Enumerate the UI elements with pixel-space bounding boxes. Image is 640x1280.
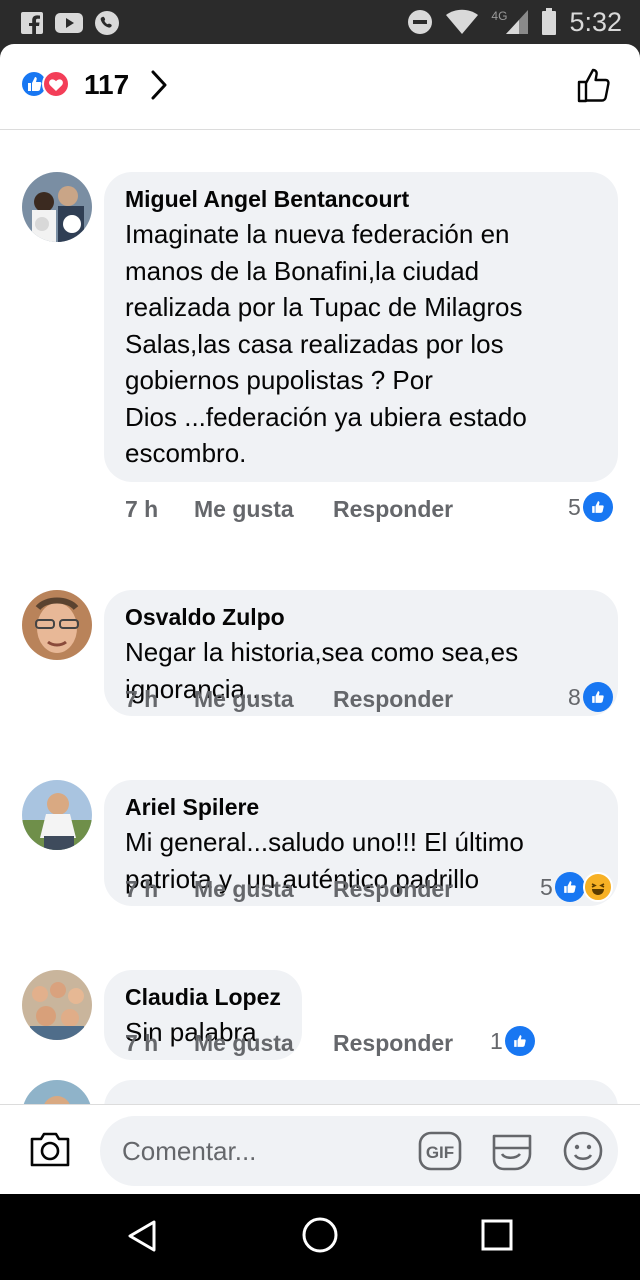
comment-actions: 7 h Me gusta Responder (125, 1030, 453, 1057)
home-icon[interactable] (301, 1216, 339, 1254)
comment-time[interactable]: 7 h (125, 876, 194, 903)
recent-apps-icon[interactable] (481, 1219, 513, 1251)
like-button[interactable]: Me gusta (194, 496, 333, 523)
reply-button[interactable]: Responder (333, 1030, 453, 1057)
gif-label: GIF (426, 1143, 454, 1162)
comment-reactions[interactable]: 1 (490, 1026, 535, 1056)
comment-placeholder: Comentar... (122, 1136, 257, 1166)
gif-icon[interactable]: GIF (418, 1130, 462, 1172)
reply-button[interactable]: Responder (333, 876, 453, 903)
comment-actions: 7 h Me gusta Responder (125, 876, 453, 903)
comment-reactions[interactable]: 5 (568, 492, 613, 522)
comment-line: Salas,las casa realizadas por los (125, 328, 504, 359)
reply-button[interactable]: Responder (333, 496, 453, 523)
comment-line: escombro. (125, 438, 247, 468)
emoji-icon[interactable] (562, 1130, 604, 1172)
reaction-number: 1 (490, 1027, 503, 1054)
comment-list: Miguel Angel Bentancourt Imaginate la nu… (0, 130, 640, 1104)
like-post-icon[interactable] (576, 66, 614, 104)
back-icon[interactable] (124, 1218, 160, 1254)
reactions-summary[interactable]: 117 (0, 44, 640, 130)
do-not-disturb-icon (408, 10, 433, 34)
signal-icon (506, 10, 529, 34)
comment-time[interactable]: 7 h (125, 686, 194, 713)
battery-icon (542, 8, 557, 35)
like-reaction-icon (554, 872, 585, 902)
comment-author[interactable]: Miguel Angel Bentancourt (125, 185, 598, 213)
avatar[interactable] (22, 780, 92, 850)
sticker-icon[interactable] (490, 1130, 534, 1172)
like-reaction-icon (504, 1026, 535, 1056)
comment-reactions[interactable]: 8 (568, 682, 613, 712)
wifi-icon (446, 9, 479, 34)
facebook-icon (21, 12, 43, 34)
comment-author[interactable]: Claudia Lopez (125, 983, 282, 1011)
avatar[interactable] (22, 1080, 92, 1104)
haha-reaction-icon (582, 872, 613, 902)
comment-text: Imaginate la nueva federación en manos d… (125, 216, 598, 472)
chevron-right-icon[interactable] (148, 68, 170, 102)
network-label: 4G (491, 9, 508, 23)
reaction-number: 8 (568, 683, 581, 710)
comment-line: Negar la historia,sea como sea,es (125, 637, 519, 667)
comment-line: manos de la Bonafini,la ciudad (125, 255, 480, 286)
reaction-count: 117 (84, 69, 130, 100)
comment-line: Imaginate la nueva federación en (125, 219, 510, 249)
comment-composer: Comentar... GIF (0, 1104, 640, 1194)
comment-time[interactable]: 7 h (125, 1030, 194, 1057)
comment-input[interactable]: Comentar... GIF (100, 1116, 618, 1186)
avatar[interactable] (22, 590, 92, 660)
comment-actions: 7 h Me gusta Responder (125, 496, 453, 523)
comment-actions: 7 h Me gusta Responder (125, 686, 453, 713)
comments-sheet: 117 Miguel Angel Bentancourt Imaginate l… (0, 44, 640, 1194)
clock: 5:32 (569, 6, 622, 37)
status-bar: 4G 5:32 (0, 0, 640, 44)
comment-line: Dios ...federación ya ubiera estado (125, 401, 527, 432)
like-reaction-icon (582, 492, 613, 522)
camera-icon[interactable] (28, 1129, 72, 1169)
comment-line: Mi general...saludo uno!!! El último (125, 827, 524, 857)
avatar[interactable] (22, 970, 92, 1040)
youtube-icon (55, 13, 83, 33)
navigation-bar (0, 1194, 640, 1280)
comment-bubble[interactable] (104, 1080, 618, 1104)
avatar[interactable] (22, 172, 92, 242)
comment-time[interactable]: 7 h (125, 496, 194, 523)
like-button[interactable]: Me gusta (194, 686, 333, 713)
comment-author[interactable]: Osvaldo Zulpo (125, 603, 598, 631)
reaction-number: 5 (568, 493, 581, 520)
like-reaction-icon (582, 682, 613, 712)
comment-bubble[interactable]: Miguel Angel Bentancourt Imaginate la nu… (104, 172, 618, 482)
phone-icon (95, 11, 119, 35)
reaction-number: 5 (540, 873, 553, 900)
comment-line: realizada por la Tupac de Milagros (125, 292, 523, 322)
like-button[interactable]: Me gusta (194, 876, 333, 903)
reaction-icons (20, 68, 78, 100)
like-button[interactable]: Me gusta (194, 1030, 333, 1057)
love-reaction-icon (42, 70, 70, 98)
reply-button[interactable]: Responder (333, 686, 453, 713)
comment-author[interactable]: Ariel Spilere (125, 793, 598, 821)
comment-line: gobiernos pupolistas ? Por (125, 365, 433, 395)
comment-reactions[interactable]: 5 (540, 872, 613, 902)
